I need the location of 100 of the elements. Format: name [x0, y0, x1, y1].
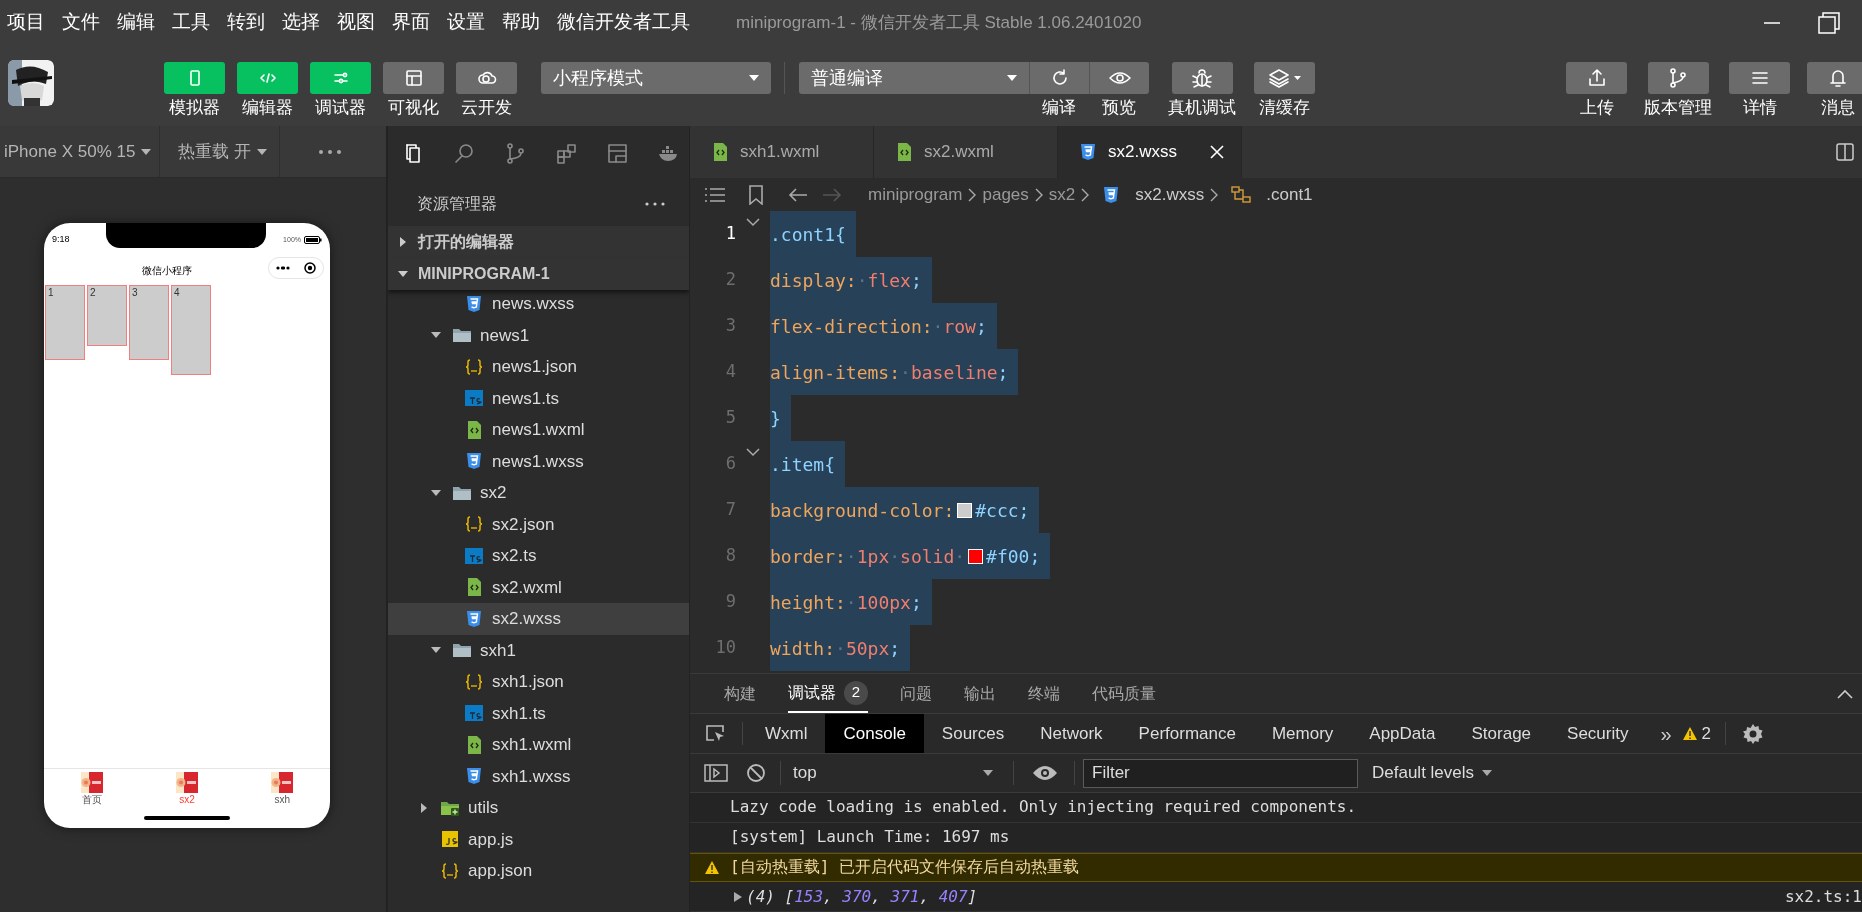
menu-item[interactable]: 帮助	[502, 8, 540, 37]
settings-icon[interactable]	[1742, 722, 1765, 745]
split-editor-icon[interactable]	[1836, 143, 1854, 161]
section-header[interactable]: 打开的编辑器	[388, 226, 689, 258]
warning-counter[interactable]: 2	[1681, 714, 1712, 753]
hot-reload-select[interactable]: 热重载 开	[160, 126, 280, 177]
folder-item[interactable]: news1	[388, 319, 689, 351]
context-select[interactable]: top	[793, 760, 993, 786]
file-item[interactable]: sx2.wxss	[388, 603, 689, 635]
toolbar-button[interactable]	[1729, 62, 1790, 94]
menu-item[interactable]: 设置	[447, 8, 485, 37]
more-tabs-button[interactable]: »	[1660, 718, 1672, 749]
devtools-tab[interactable]: AppData	[1351, 714, 1454, 753]
device-select[interactable]: iPhone X 50% 15	[0, 126, 160, 177]
file-item[interactable]: app.json	[388, 855, 689, 887]
file-item[interactable]: sx2.ts	[388, 540, 689, 572]
panel-tab[interactable]: 终端	[1028, 674, 1060, 713]
file-item[interactable]: news1.json	[388, 351, 689, 383]
tab-bar-item[interactable]: 首页	[44, 769, 140, 808]
list-icon[interactable]	[704, 185, 726, 204]
file-item[interactable]: sxh1.ts	[388, 697, 689, 729]
folder-item[interactable]: utils	[388, 792, 689, 824]
more-icon[interactable]	[276, 266, 290, 270]
menu-item[interactable]: 视图	[337, 8, 375, 37]
toolbar-button[interactable]	[1089, 62, 1149, 94]
chevron-down-icon[interactable]	[745, 217, 761, 227]
filter-field[interactable]: Filter	[1083, 758, 1358, 788]
back-arrow-icon[interactable]	[788, 186, 808, 203]
color-swatch[interactable]	[968, 548, 984, 564]
menu-item[interactable]: 编辑	[117, 8, 155, 37]
file-item[interactable]: news1.wxml	[388, 414, 689, 446]
toolbar-button[interactable]	[1171, 62, 1233, 94]
eye-icon[interactable]	[1032, 764, 1058, 782]
toolbar-button[interactable]	[456, 62, 517, 94]
tab-bar-item[interactable]: sxh	[234, 769, 330, 808]
toolbar-button[interactable]	[1647, 62, 1709, 94]
levels-select[interactable]: Default levels	[1372, 760, 1493, 786]
panel-tab[interactable]: 输出	[964, 674, 996, 713]
file-item[interactable]: sx2.wxml	[388, 571, 689, 603]
block-icon[interactable]	[746, 763, 766, 783]
devtools-tab[interactable]: Security	[1549, 714, 1647, 753]
console-value[interactable]: (4) [153, 370, 371, 407]	[746, 884, 978, 909]
devtools-tab[interactable]: Sources	[923, 714, 1023, 753]
panel-tab[interactable]: 代码质量	[1092, 674, 1156, 713]
source-link[interactable]: sx2.ts:1	[1784, 884, 1862, 909]
devtools-tab[interactable]: Memory	[1253, 714, 1352, 753]
devtools-tab[interactable]: Console	[825, 714, 924, 753]
expand-arrow-icon[interactable]	[734, 891, 742, 902]
breadcrumb-item[interactable]: miniprogram	[868, 181, 963, 208]
panel-tab[interactable]: 构建	[724, 674, 756, 713]
chevron-up-icon[interactable]	[1836, 687, 1854, 700]
file-item[interactable]: sxh1.wxml	[388, 729, 689, 761]
breadcrumb-item[interactable]: sx2	[1048, 181, 1076, 208]
file-item[interactable]: app.js	[388, 823, 689, 855]
close-icon[interactable]	[1209, 144, 1225, 160]
menu-item[interactable]: 界面	[392, 8, 430, 37]
toolbar-button[interactable]	[383, 62, 444, 94]
toolbar-button[interactable]	[1029, 62, 1089, 94]
compile-select[interactable]: 普通编译	[799, 62, 1029, 94]
mode-select[interactable]: 小程序模式	[541, 62, 771, 94]
panel-tab[interactable]: 问题	[900, 674, 932, 713]
caret-icon	[1007, 75, 1017, 81]
extensions-icon[interactable]	[555, 142, 579, 166]
file-item[interactable]: sx2.json	[388, 508, 689, 540]
devtools-tab[interactable]: Wxml	[747, 714, 826, 753]
menu-item[interactable]: 转到	[227, 8, 265, 37]
file-item[interactable]: news1.wxss	[388, 445, 689, 477]
file-item[interactable]: sxh1.json	[388, 666, 689, 698]
devtools-tab[interactable]: Performance	[1120, 714, 1254, 753]
breadcrumb-item[interactable]: sx2.wxss	[1095, 181, 1205, 208]
bookmark-icon[interactable]	[748, 184, 764, 205]
menu-item[interactable]: 微信开发者工具	[557, 8, 690, 37]
toolbar-button[interactable]	[1807, 62, 1862, 94]
sidebar-icon[interactable]	[704, 763, 728, 783]
editor-tab[interactable]: sx2.wxss	[1058, 126, 1242, 178]
tab-bar-item[interactable]: sx2	[139, 769, 235, 808]
devtools-tab[interactable]: Network	[1022, 714, 1121, 753]
section-header[interactable]: MINIPROGRAM-1	[388, 258, 689, 290]
more-icon[interactable]	[645, 202, 665, 206]
breadcrumb-item[interactable]: pages	[982, 181, 1029, 208]
color-swatch[interactable]	[957, 502, 973, 518]
file-item[interactable]: sxh1.wxss	[388, 760, 689, 792]
folder-item[interactable]: sx2	[388, 477, 689, 509]
file-item[interactable]: news1.ts	[388, 382, 689, 414]
file-item[interactable]: news.wxss	[388, 288, 689, 320]
devtools-tab[interactable]: Storage	[1453, 714, 1550, 753]
menu-item[interactable]: 项目	[7, 8, 45, 37]
capsule-button[interactable]	[268, 257, 324, 279]
menu-item[interactable]: 选择	[282, 8, 320, 37]
chevron-down-icon[interactable]	[745, 447, 761, 457]
maximize-icon[interactable]	[1818, 11, 1840, 34]
toolbar-button[interactable]	[1254, 62, 1315, 94]
toolbar-button[interactable]	[1566, 62, 1627, 94]
layout-icon[interactable]	[606, 142, 630, 166]
folder-item[interactable]: sxh1	[388, 634, 689, 666]
breadcrumb-item[interactable]: .cont1	[1224, 181, 1313, 208]
menu-item[interactable]: 文件	[62, 8, 100, 37]
editor-tab[interactable]: sxh1.wxml	[690, 126, 874, 178]
target-icon[interactable]	[304, 262, 316, 274]
menu-item[interactable]: 工具	[172, 8, 210, 37]
